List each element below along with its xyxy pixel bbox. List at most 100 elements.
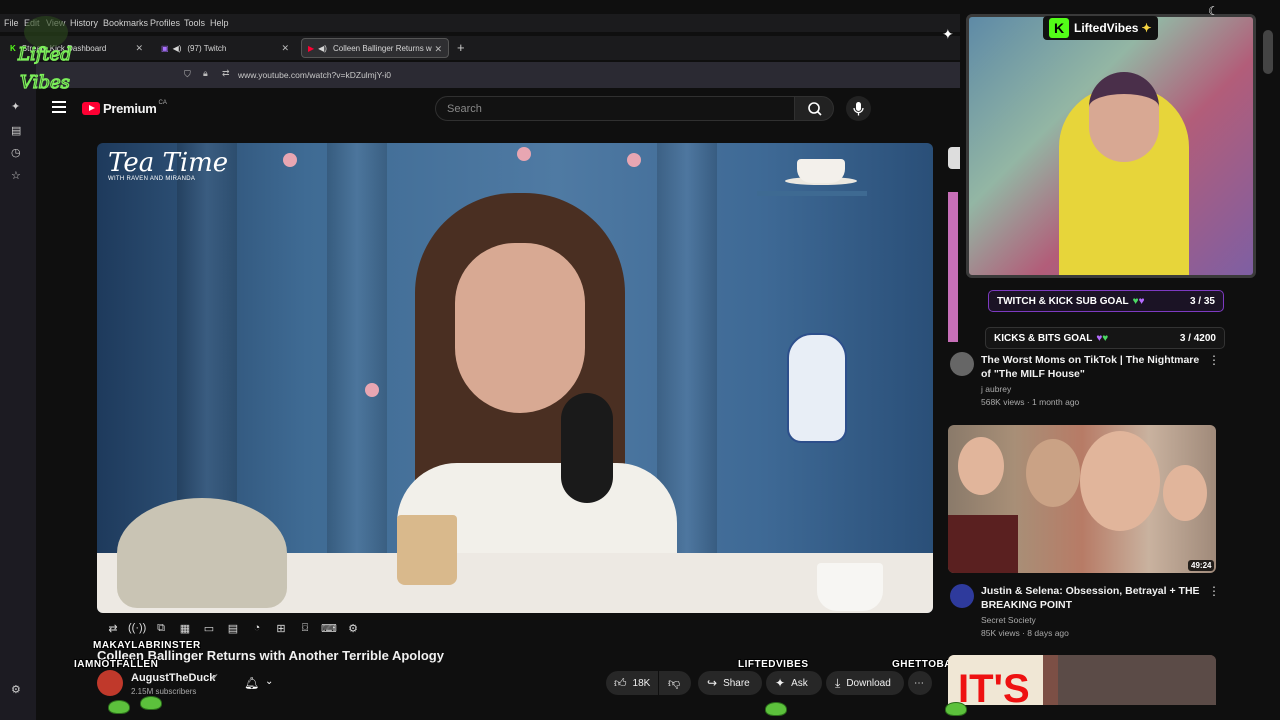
kick-icon: K bbox=[1049, 18, 1069, 38]
recommendation-thumbnail[interactable] bbox=[948, 147, 960, 169]
subscriber-count: 2.15M subscribers bbox=[131, 687, 197, 696]
channel-avatar[interactable] bbox=[950, 584, 974, 608]
sparkle-icon: ✦ bbox=[775, 676, 786, 690]
video-duration: 49:24 bbox=[1188, 560, 1215, 571]
lock-icon[interactable]: 🔒︎ bbox=[203, 68, 208, 79]
speaker-icon: ◀) bbox=[318, 43, 327, 53]
teapot bbox=[117, 498, 287, 608]
thumbnail-text: IT'S bbox=[958, 667, 1030, 705]
tab-twitch[interactable]: ▣ ◀) (97) Twitch ✕ bbox=[155, 38, 295, 58]
recommendation-thumbnail[interactable] bbox=[948, 192, 958, 342]
thumbs-up-icon: 👍︎ bbox=[614, 675, 627, 690]
loop-icon[interactable]: ⇄ bbox=[104, 622, 122, 636]
audio-icon[interactable]: ((·)) bbox=[128, 622, 146, 636]
new-tab-button[interactable]: + bbox=[457, 40, 465, 55]
recommendation-title[interactable]: Justin & Selena: Obsession, Betrayal + T… bbox=[981, 584, 1201, 612]
menu-profiles[interactable]: Profiles bbox=[150, 18, 180, 28]
more-horizontal-icon: ⋯ bbox=[914, 677, 924, 689]
youtube-logo[interactable]: Premium CA bbox=[82, 100, 167, 116]
search-button[interactable] bbox=[794, 96, 834, 121]
recommendation-thumbnail[interactable]: IT'S bbox=[948, 655, 1216, 705]
like-button[interactable]: 👍︎ 18K bbox=[606, 671, 658, 695]
search-input[interactable] bbox=[436, 97, 794, 120]
address-field[interactable]: www.youtube.com/watch?v=kDZulmjY-i0 bbox=[238, 70, 391, 80]
share-button[interactable]: ↪ Share bbox=[698, 671, 762, 695]
settings-gear-icon[interactable]: ⚙ bbox=[11, 683, 21, 696]
voice-search-button[interactable] bbox=[846, 96, 871, 121]
more-vertical-icon[interactable]: ⋮ bbox=[1208, 353, 1220, 367]
frog-icon bbox=[140, 696, 162, 710]
tab-youtube[interactable]: ▶ ◀) Colleen Ballinger Returns w ✕ bbox=[301, 38, 449, 58]
channel-avatar[interactable] bbox=[950, 352, 974, 376]
tab-label: (97) Twitch bbox=[187, 43, 227, 53]
ask-button[interactable]: ✦ Ask bbox=[766, 671, 822, 695]
image-panel bbox=[1058, 655, 1216, 705]
menu-icon[interactable] bbox=[52, 101, 66, 113]
streamer-badge: K LiftedVibes ✦ bbox=[1043, 16, 1158, 40]
youtube-play-icon bbox=[82, 102, 100, 115]
pip-icon[interactable]: ⧉ bbox=[152, 622, 170, 636]
recommendation-thumbnail[interactable] bbox=[948, 425, 1216, 573]
tab-label: Colleen Ballinger Returns w bbox=[332, 43, 432, 53]
heart-icon: ♥ bbox=[1102, 332, 1109, 344]
search-icon bbox=[808, 102, 822, 116]
sparkle-icon[interactable]: ✦ bbox=[11, 100, 20, 113]
show-logo-text: Tea Time bbox=[108, 148, 229, 178]
bowl bbox=[817, 563, 883, 611]
bell-icon: 🔔︎ bbox=[244, 676, 260, 690]
notification-bell-button[interactable]: 🔔︎ ⌄ bbox=[238, 672, 284, 696]
frog-icon bbox=[945, 702, 967, 716]
channel-avatar[interactable] bbox=[97, 670, 123, 696]
shield-icon[interactable]: ⛉ bbox=[184, 69, 191, 80]
chat-name-overlay: IAMNOTFALLEN bbox=[74, 659, 159, 670]
frame-icon[interactable]: ⊞ bbox=[272, 622, 290, 636]
speaker-icon: ◀) bbox=[172, 43, 182, 53]
theater-icon[interactable]: ▦ bbox=[176, 622, 194, 636]
close-icon[interactable]: ✕ bbox=[135, 43, 143, 54]
permissions-icon[interactable]: ⇄ bbox=[222, 68, 230, 79]
download-icon: ⤓ bbox=[835, 675, 841, 690]
recommendation-meta: 568K views · 1 month ago bbox=[981, 397, 1080, 407]
more-actions-button[interactable]: ⋯ bbox=[908, 671, 932, 695]
keyboard-icon[interactable]: ⌨ bbox=[320, 622, 338, 636]
streamer-name: LiftedVibes bbox=[1074, 21, 1139, 35]
download-button[interactable]: ⤓ Download bbox=[826, 671, 904, 695]
close-icon[interactable]: ✕ bbox=[281, 43, 289, 54]
bookmark-star-icon[interactable]: ☆ bbox=[11, 169, 21, 182]
tab-strip: K Stream Kick Dashboard ✕ ▣ ◀) (97) Twit… bbox=[0, 36, 960, 60]
youtube-icon: ▶ bbox=[308, 43, 315, 53]
face bbox=[958, 437, 1004, 495]
menu-bookmarks[interactable]: Bookmarks bbox=[103, 18, 148, 28]
face bbox=[1026, 439, 1080, 507]
menu-tools[interactable]: Tools bbox=[184, 18, 205, 28]
heart-icon: ♥ bbox=[1138, 295, 1145, 307]
mug bbox=[397, 515, 457, 585]
flower bbox=[283, 153, 297, 167]
flower bbox=[627, 153, 641, 167]
screenshot-icon[interactable]: ⌼ bbox=[296, 622, 314, 636]
more-vertical-icon[interactable]: ⋮ bbox=[1208, 584, 1220, 598]
extension-toolbar: ⇄ ((·)) ⧉ ▦ ▭ ▤ ◔ ⊞ ⌼ ⌨ ⚙ bbox=[104, 622, 362, 640]
scrollbar[interactable] bbox=[1263, 30, 1273, 74]
recommendation-meta: 85K views · 8 days ago bbox=[981, 628, 1069, 638]
sparkle-icon: ✦ bbox=[942, 26, 954, 42]
miniplayer-icon[interactable]: ▭ bbox=[200, 622, 218, 636]
flower bbox=[517, 147, 531, 161]
recommendation-channel[interactable]: Secret Society bbox=[981, 615, 1036, 625]
channel-name[interactable]: AugustTheDuck bbox=[131, 672, 215, 684]
close-icon[interactable]: ✕ bbox=[434, 44, 442, 55]
video-player[interactable] bbox=[97, 143, 933, 613]
gear-icon[interactable]: ⚙ bbox=[344, 622, 362, 636]
speed-icon[interactable]: ◔ bbox=[248, 622, 266, 636]
recommendation-title[interactable]: The Worst Moms on TikTok | The Nightmare… bbox=[981, 353, 1201, 381]
frog-icon bbox=[765, 702, 787, 716]
dislike-button[interactable]: 👎︎ bbox=[659, 671, 691, 695]
tabs-icon[interactable]: ▤ bbox=[11, 124, 21, 137]
browser-sidebar: ✦ ▤ ◷ ☆ ⚙ bbox=[0, 60, 36, 720]
history-icon[interactable]: ◷ bbox=[11, 146, 21, 159]
thumbs-down-icon: 👎︎ bbox=[668, 675, 681, 690]
menu-help[interactable]: Help bbox=[210, 18, 229, 28]
teacup bbox=[797, 159, 845, 183]
recommendation-channel[interactable]: j aubrey bbox=[981, 384, 1011, 394]
cinema-icon[interactable]: ▤ bbox=[224, 622, 242, 636]
